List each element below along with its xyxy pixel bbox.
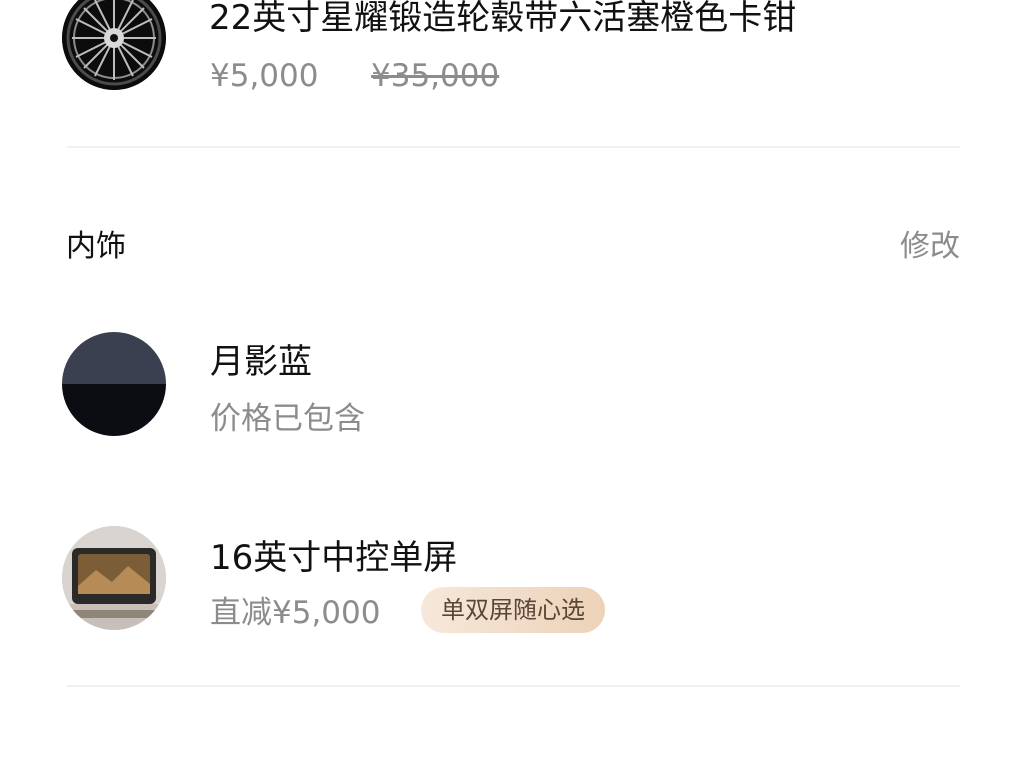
screen-title: 16英寸中控单屏 <box>210 538 458 578</box>
wheel-original-price: ¥35,000 <box>371 58 500 94</box>
interior-color-subtitle: 价格已包含 <box>210 401 365 437</box>
wheel-title: 22英寸星耀锻造轮毂带六活塞橙色卡钳 <box>209 0 797 38</box>
wheel-rim-icon <box>62 0 166 90</box>
interior-color-thumbnail <box>62 332 166 436</box>
screen-thumbnail <box>62 526 166 630</box>
interior-section-title: 内饰 <box>66 229 126 264</box>
screen-option[interactable]: 16英寸中控单屏 直减¥5,000 单双屏随心选 <box>0 520 1024 670</box>
wheel-option-row[interactable]: 22英寸星耀锻造轮毂带六活塞橙色卡钳 ¥5,000 ¥35,000 <box>0 0 1024 150</box>
wheel-thumbnail <box>62 0 166 90</box>
interior-color-title: 月影蓝 <box>210 342 312 382</box>
center-screen-icon <box>62 526 166 630</box>
divider <box>67 685 960 687</box>
wheel-price: ¥5,000 <box>210 58 319 94</box>
screen-promo-tag: 单双屏随心选 <box>421 587 605 633</box>
interior-color-option[interactable]: 月影蓝 价格已包含 <box>0 320 1024 450</box>
interior-edit-button[interactable]: 修改 <box>900 228 960 266</box>
divider <box>67 146 960 148</box>
screen-discount: 直减¥5,000 <box>210 595 381 631</box>
